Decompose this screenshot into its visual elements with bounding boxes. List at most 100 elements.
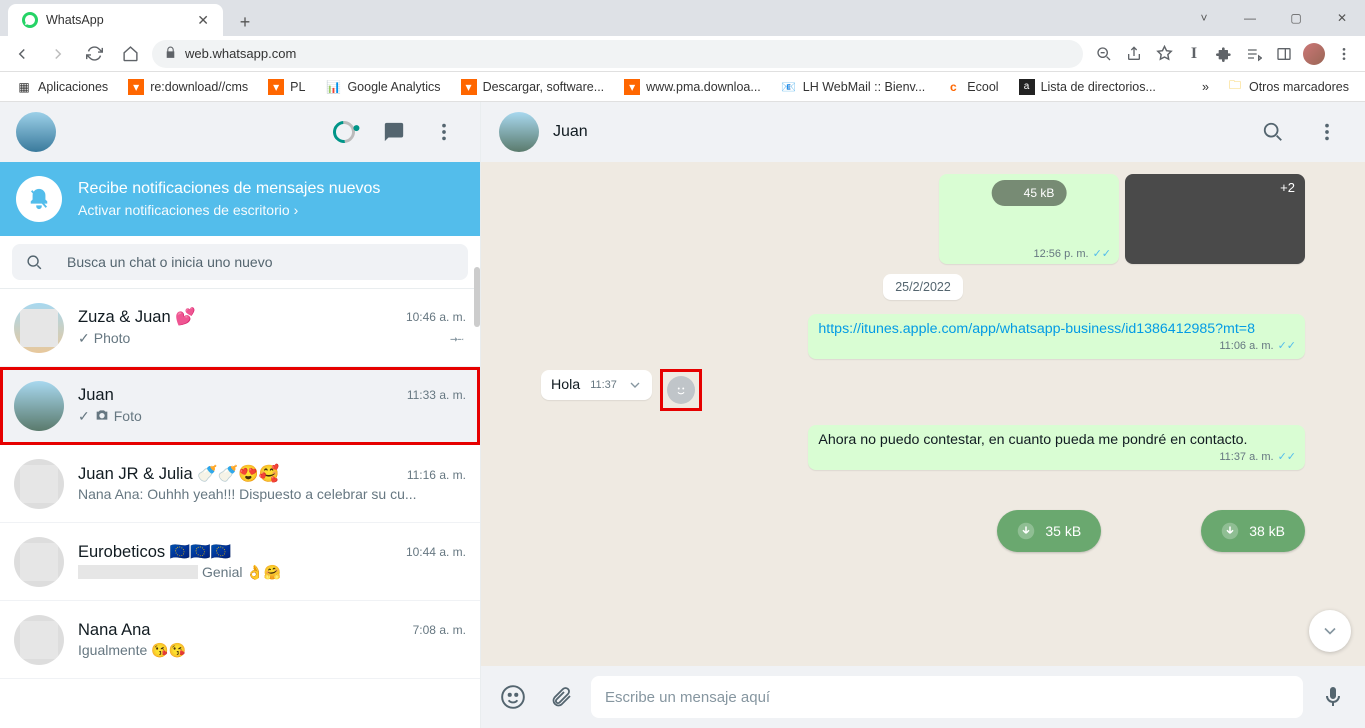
new-tab-button[interactable]: + <box>231 8 259 36</box>
bookmark-item[interactable]: ▾re:download//cms <box>120 74 256 100</box>
ext-icon-1[interactable]: I <box>1181 40 1207 68</box>
scrollbar[interactable] <box>474 267 480 327</box>
forward-button[interactable] <box>44 40 72 68</box>
download-buttons-row: 35 kB 38 kB <box>997 510 1305 552</box>
read-check-icon: ✓✓ <box>1278 450 1296 463</box>
back-button[interactable] <box>8 40 36 68</box>
bookmark-item[interactable]: ▾www.pma.downloa... <box>616 74 769 100</box>
my-avatar[interactable] <box>16 112 56 152</box>
extensions-icon[interactable] <box>1211 40 1237 68</box>
minimize-button[interactable]: — <box>1227 0 1273 36</box>
bookmark-item[interactable]: ▾Descargar, software... <box>453 74 613 100</box>
bookmarks-more[interactable]: » <box>1202 80 1209 94</box>
chat-item[interactable]: Nana Ana7:08 a. m. Igualmente 😘😘 <box>0 601 480 679</box>
messages-area[interactable]: 45 kB 12:56 p. m.✓✓ +2 25/2/2022 https:/… <box>481 162 1365 666</box>
bookmark-item[interactable]: aLista de directorios... <box>1011 74 1164 100</box>
bookmark-item[interactable]: ▾PL <box>260 74 313 100</box>
bookmark-icon: ▾ <box>128 79 144 95</box>
contact-avatar[interactable] <box>499 112 539 152</box>
chat-item[interactable]: Zuza & Juan 💕10:46 a. m. ✓Photo <box>0 289 480 367</box>
chat-time: 11:33 a. m. <box>407 388 466 402</box>
bookmark-icon: ▾ <box>268 79 284 95</box>
status-button[interactable] <box>324 112 364 152</box>
reload-button[interactable] <box>80 40 108 68</box>
notice-subtitle: Activar notificaciones de escritorio <box>78 201 290 220</box>
other-bookmarks[interactable]: 🗀Otros marcadores <box>1219 74 1357 100</box>
zoom-icon[interactable] <box>1091 40 1117 68</box>
status-ring-icon <box>329 117 360 148</box>
message-out[interactable]: https://itunes.apple.com/app/whatsapp-bu… <box>808 314 1305 359</box>
chat-item-selected[interactable]: Juan11:33 a. m. ✓Foto <box>0 367 480 445</box>
chat-name: Juan JR & Julia 🍼🍼😍🥰 <box>78 465 279 484</box>
search-input[interactable]: Busca un chat o inicia uno nuevo <box>12 244 468 280</box>
chat-time: 10:44 a. m. <box>406 545 466 559</box>
attach-time: 12:56 p. m. <box>1034 248 1089 260</box>
chat-list[interactable]: Zuza & Juan 💕10:46 a. m. ✓Photo Juan11:3… <box>0 289 480 728</box>
chevron-down-icon[interactable]: ˅ <box>1181 0 1227 36</box>
chat-name: Nana Ana <box>78 621 150 640</box>
profile-avatar[interactable] <box>1301 40 1327 68</box>
chat-menu-button[interactable] <box>1307 112 1347 152</box>
attachment-thumb-more[interactable]: +2 <box>1125 174 1305 264</box>
bookmark-icon: ▾ <box>461 79 477 95</box>
lock-icon <box>164 46 177 62</box>
download-button[interactable]: 38 kB <box>1201 510 1305 552</box>
bookmarks-bar: ▦Aplicaciones ▾re:download//cms ▾PL 📊Goo… <box>0 72 1365 102</box>
attachment-group[interactable]: 45 kB 12:56 p. m.✓✓ +2 <box>939 174 1305 264</box>
playlist-icon[interactable] <box>1241 40 1267 68</box>
message-in[interactable]: Hola 11:37 <box>541 370 652 400</box>
attachment-thumb[interactable]: 45 kB 12:56 p. m.✓✓ <box>939 174 1119 264</box>
menu-button[interactable] <box>424 112 464 152</box>
emoji-face-icon[interactable] <box>667 376 695 404</box>
sidepanel-icon[interactable] <box>1271 40 1297 68</box>
chat-preview: Nana Ana: Ouhhh yeah!!! Dispuesto a cele… <box>78 486 417 502</box>
star-icon[interactable] <box>1151 40 1177 68</box>
pin-icon <box>450 329 466 348</box>
maximize-button[interactable]: ▢ <box>1273 0 1319 36</box>
chat-avatar <box>14 459 64 509</box>
date-separator: 25/2/2022 <box>883 274 963 300</box>
chat-item[interactable]: Juan JR & Julia 🍼🍼😍🥰11:16 a. m. Nana Ana… <box>0 445 480 523</box>
attachment-count: +2 <box>1280 180 1295 195</box>
home-button[interactable] <box>116 40 144 68</box>
bookmark-item[interactable]: 📧LH WebMail :: Bienv... <box>773 74 934 100</box>
address-bar[interactable]: web.whatsapp.com <box>152 40 1083 68</box>
chevron-right-icon: › <box>294 201 299 220</box>
share-icon[interactable] <box>1121 40 1147 68</box>
sidebar-header <box>0 102 480 162</box>
chat-avatar <box>14 615 64 665</box>
chat-preview: Photo <box>94 330 131 346</box>
notifications-banner[interactable]: Recibe notificaciones de mensajes nuevos… <box>0 162 480 236</box>
chat-avatar <box>14 537 64 587</box>
message-link[interactable]: https://itunes.apple.com/app/whatsapp-bu… <box>818 321 1255 337</box>
chat-avatar <box>14 381 64 431</box>
browser-tabbar: WhatsApp ✕ + ˅ — ▢ ✕ <box>0 0 1365 36</box>
analytics-icon: 📊 <box>325 79 341 95</box>
chat-name: Zuza & Juan 💕 <box>78 308 196 327</box>
chat-avatar <box>14 303 64 353</box>
window-controls: ˅ — ▢ ✕ <box>1181 0 1365 36</box>
chevron-down-icon[interactable] <box>627 377 643 393</box>
camera-icon <box>94 407 110 426</box>
input-placeholder: Escribe un mensaje aquí <box>605 689 770 706</box>
download-button[interactable]: 35 kB <box>997 510 1101 552</box>
attach-button[interactable] <box>543 679 579 715</box>
search-in-chat-button[interactable] <box>1253 112 1293 152</box>
scroll-to-bottom-button[interactable] <box>1309 610 1351 652</box>
mic-button[interactable] <box>1315 679 1351 715</box>
apps-button[interactable]: ▦Aplicaciones <box>8 74 116 100</box>
bookmark-item[interactable]: 📊Google Analytics <box>317 74 448 100</box>
message-out[interactable]: Ahora no puedo contestar, en cuanto pued… <box>808 425 1305 470</box>
chrome-menu-icon[interactable] <box>1331 40 1357 68</box>
close-icon[interactable]: ✕ <box>197 13 209 27</box>
contact-name[interactable]: Juan <box>553 123 1239 141</box>
browser-tab[interactable]: WhatsApp ✕ <box>8 4 223 36</box>
reaction-highlight[interactable] <box>660 369 702 411</box>
message-input[interactable]: Escribe un mensaje aquí <box>591 676 1303 718</box>
new-chat-button[interactable] <box>374 112 414 152</box>
emoji-button[interactable] <box>495 679 531 715</box>
chat-item[interactable]: Eurobeticos 🇪🇺🇪🇺🇪🇺10:44 a. m. Genial 👌🤗 <box>0 523 480 601</box>
tab-title: WhatsApp <box>46 13 104 27</box>
bookmark-item[interactable]: cEcool <box>937 74 1006 100</box>
close-window-button[interactable]: ✕ <box>1319 0 1365 36</box>
